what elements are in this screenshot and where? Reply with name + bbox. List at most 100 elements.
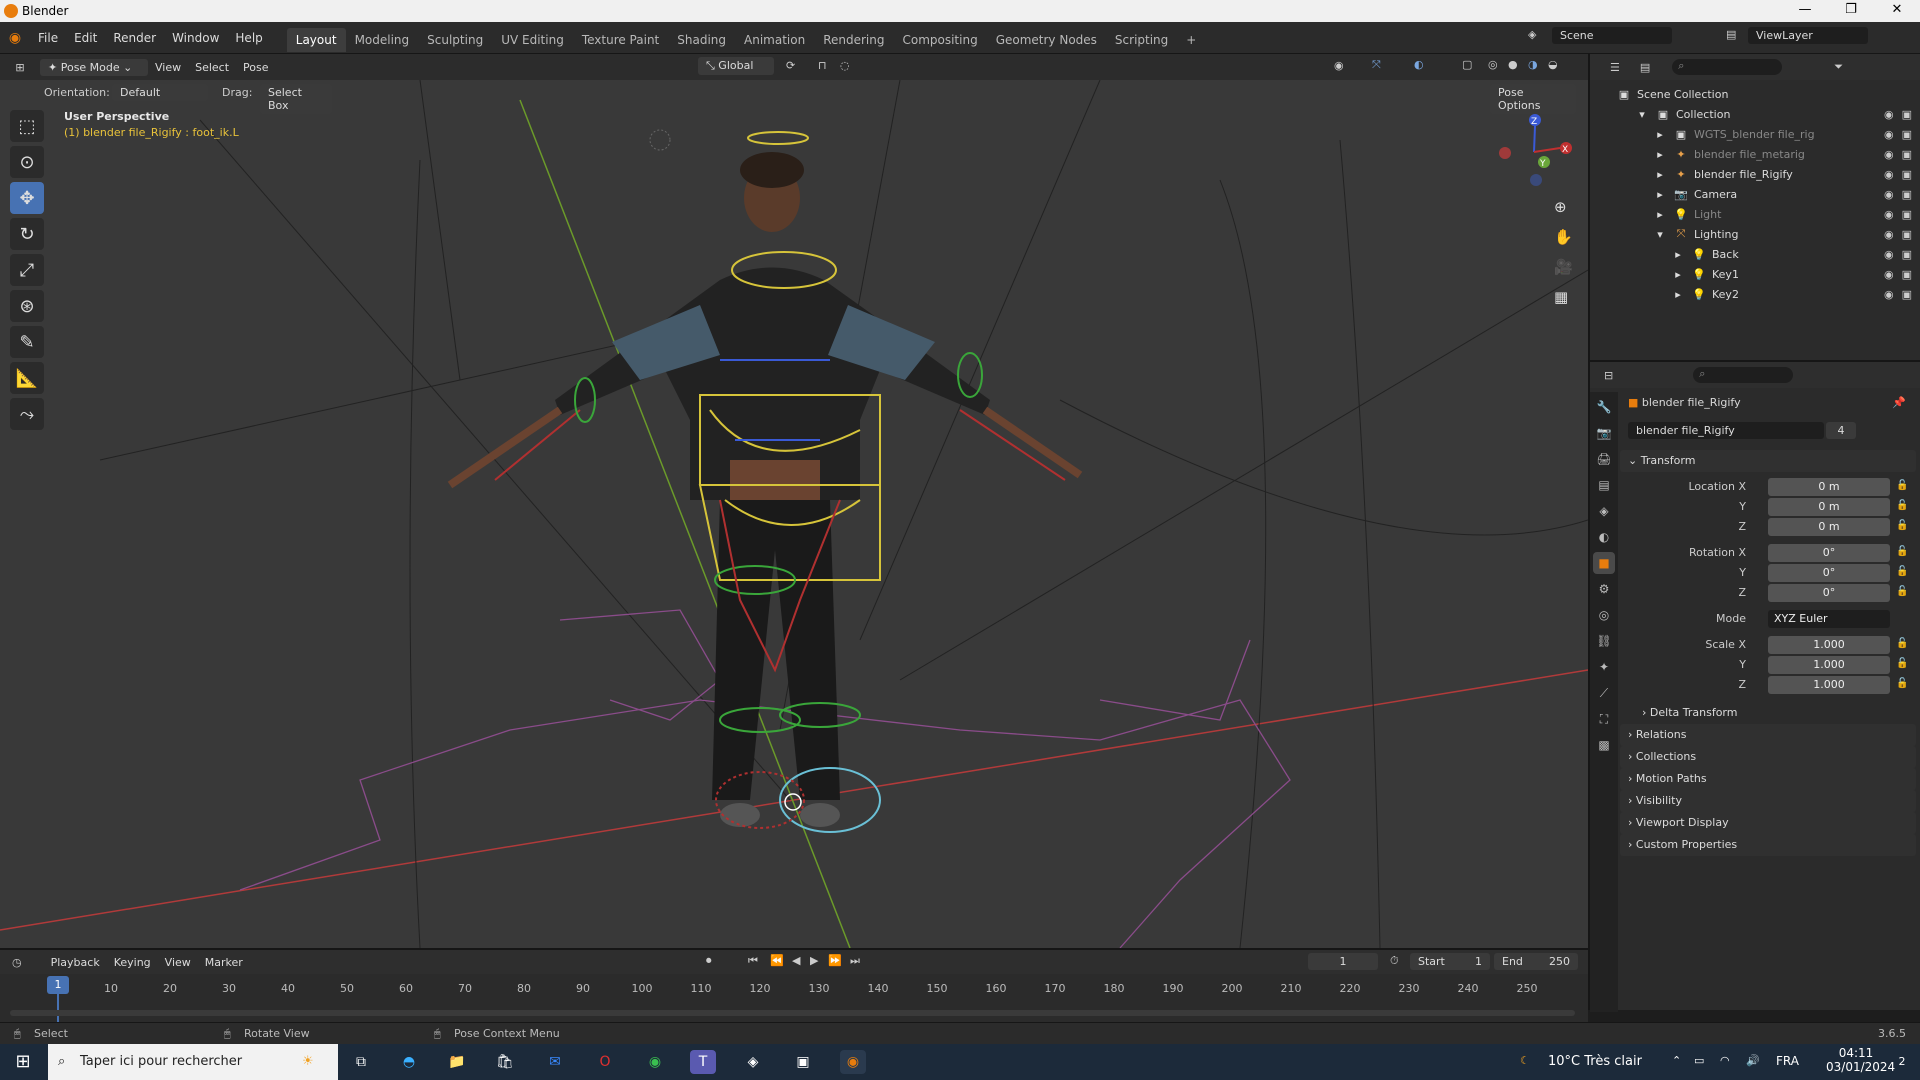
chrome-icon[interactable]: ◉	[642, 1050, 668, 1074]
solid-shading-icon[interactable]: ●	[1508, 58, 1518, 71]
move-tool-icon[interactable]: ✥	[10, 182, 44, 214]
menu-window[interactable]: Window	[164, 22, 227, 54]
current-frame-field[interactable]: 1	[1308, 953, 1378, 970]
outliner-item[interactable]: ▸ 💡 Back ◉ ▣	[1590, 244, 1920, 264]
pivot-icon[interactable]: ⟳	[786, 59, 795, 72]
panel-visibility[interactable]: › Visibility	[1620, 790, 1916, 812]
outliner-type-icon[interactable]: ☰	[1610, 61, 1620, 74]
tab-animation[interactable]: Animation	[735, 28, 814, 52]
lock-icon[interactable]: 🔓	[1896, 546, 1908, 557]
store-icon[interactable]: 🛍	[492, 1050, 518, 1074]
mode-selector[interactable]: ✦ Pose Mode ⌄	[40, 58, 148, 76]
app-icon[interactable]: ▣	[790, 1050, 816, 1074]
timeline-type-icon[interactable]: ◷	[12, 956, 22, 969]
volume-icon[interactable]: 🔊	[1746, 1054, 1760, 1067]
menu-select[interactable]: Select	[188, 61, 236, 74]
pin-icon[interactable]: 📌	[1892, 396, 1906, 409]
outliner-item[interactable]: ▸ 💡 Key1 ◉ ▣	[1590, 264, 1920, 284]
lock-icon[interactable]: 🔓	[1896, 586, 1908, 597]
eye-icon[interactable]: ◉	[1884, 288, 1894, 301]
menu-help[interactable]: Help	[227, 22, 270, 54]
bone-roll-tool-icon[interactable]: ⤳	[10, 398, 44, 430]
tab-layout[interactable]: Layout	[286, 27, 346, 52]
scale-z-field[interactable]: 1.000	[1768, 676, 1890, 694]
outliner-item[interactable]: ▸ ▣ WGTS_blender file_rig ◉ ▣	[1590, 124, 1920, 144]
file-explorer-icon[interactable]: 📁	[444, 1050, 470, 1074]
menu-timeline-view[interactable]: View	[158, 956, 198, 969]
chevron-right-icon[interactable]: ▸	[1652, 188, 1668, 201]
object-tab-icon[interactable]: ■	[1593, 552, 1615, 574]
teams-icon[interactable]: T	[690, 1050, 716, 1074]
texture-tab-icon[interactable]: ▩	[1593, 734, 1615, 756]
panel-collections[interactable]: › Collections	[1620, 746, 1916, 768]
editor-type-icon[interactable]: ⊞	[0, 61, 40, 74]
rotation-y-field[interactable]: 0°	[1768, 564, 1890, 582]
eye-icon[interactable]: ◉	[1884, 268, 1894, 281]
weather-text[interactable]: 10°C Très clair	[1548, 1054, 1642, 1069]
chevron-right-icon[interactable]: ▸	[1652, 148, 1668, 161]
physics-tab-icon[interactable]: ◎	[1593, 604, 1615, 626]
outliner-item[interactable]: ▸ ✦ blender file_Rigify ◉ ▣	[1590, 164, 1920, 184]
next-keyframe-icon[interactable]: ⏩	[828, 954, 842, 967]
maximize-button[interactable]: ❐	[1828, 2, 1874, 17]
outliner-item[interactable]: ▾ ▣ Collection ◉ ▣	[1590, 104, 1920, 124]
chevron-right-icon[interactable]: ▸	[1670, 288, 1686, 301]
render-toggle-icon[interactable]: ▣	[1902, 188, 1912, 201]
tab-geometry-nodes[interactable]: Geometry Nodes	[987, 28, 1106, 52]
scale-tool-icon[interactable]: ⤢	[10, 254, 44, 286]
play-reverse-icon[interactable]: ◀	[792, 954, 800, 967]
armature-data-tab-icon[interactable]: ✦	[1593, 656, 1615, 678]
gizmo-toggle-icon[interactable]: ⤧	[1372, 58, 1381, 72]
outliner-search-input[interactable]: ⌕	[1672, 59, 1783, 75]
output-tab-icon[interactable]: 🖨	[1593, 448, 1615, 470]
chevron-right-icon[interactable]: ▸	[1652, 128, 1668, 141]
chevron-right-icon[interactable]: ▸	[1670, 268, 1686, 281]
menu-pose[interactable]: Pose	[236, 61, 275, 74]
rotation-z-field[interactable]: 0°	[1768, 584, 1890, 602]
tab-uv-editing[interactable]: UV Editing	[492, 28, 573, 52]
bone-constraint-tab-icon[interactable]: ⛶	[1593, 708, 1615, 730]
render-toggle-icon[interactable]: ▣	[1902, 248, 1912, 261]
timeline-scrollbar[interactable]	[10, 1010, 1575, 1016]
mail-icon[interactable]: ✉	[542, 1050, 568, 1074]
snap-icon[interactable]: ⊓	[818, 59, 827, 72]
rotation-x-field[interactable]: 0°	[1768, 544, 1890, 562]
blender-taskbar-icon[interactable]: ◉	[840, 1050, 866, 1074]
wireframe-shading-icon[interactable]: ◎	[1488, 58, 1498, 71]
rotate-tool-icon[interactable]: ↻	[10, 218, 44, 250]
outliner-item[interactable]: ▸ ✦ blender file_metarig ◉ ▣	[1590, 144, 1920, 164]
scale-y-field[interactable]: 1.000	[1768, 656, 1890, 674]
panel-viewport-display[interactable]: › Viewport Display	[1620, 812, 1916, 834]
clock-icon[interactable]: ⏱	[1390, 954, 1399, 968]
scale-x-field[interactable]: 1.000	[1768, 636, 1890, 654]
task-view-icon[interactable]: ⧉	[348, 1050, 374, 1074]
transform-tool-icon[interactable]: ⊛	[10, 290, 44, 322]
panel-custom-properties[interactable]: › Custom Properties	[1620, 834, 1916, 856]
material-shading-icon[interactable]: ◑	[1528, 58, 1538, 71]
chevron-right-icon[interactable]: ▸	[1652, 168, 1668, 181]
menu-marker[interactable]: Marker	[198, 956, 250, 969]
wifi-icon[interactable]: ◠	[1720, 1054, 1730, 1067]
end-frame-field[interactable]: End 250	[1494, 953, 1578, 970]
location-y-field[interactable]: 0 m	[1768, 498, 1890, 516]
transform-panel-header[interactable]: ⌄ Transform	[1620, 450, 1916, 472]
tab-texture-paint[interactable]: Texture Paint	[573, 28, 668, 52]
pan-hand-icon[interactable]: ✋	[1554, 228, 1573, 246]
user-count[interactable]: 4	[1826, 422, 1856, 439]
tab-shading[interactable]: Shading	[668, 28, 735, 52]
transform-orientation-selector[interactable]: ⤡ Global	[698, 57, 774, 75]
menu-view[interactable]: View	[148, 61, 188, 74]
render-toggle-icon[interactable]: ▣	[1902, 128, 1912, 141]
steam-icon[interactable]: ◈	[740, 1050, 766, 1074]
menu-render[interactable]: Render	[105, 22, 164, 54]
panel-delta-transform[interactable]: › Delta Transform	[1634, 702, 1916, 724]
battery-icon[interactable]: ▭	[1694, 1054, 1704, 1067]
render-toggle-icon[interactable]: ▣	[1902, 108, 1912, 121]
view-layer-tab-icon[interactable]: ▤	[1593, 474, 1615, 496]
edge-icon[interactable]: ◓	[396, 1050, 422, 1074]
object-datablock-field[interactable]: blender file_Rigify	[1628, 422, 1824, 439]
eye-icon[interactable]: ◉	[1884, 128, 1894, 141]
constraint-tab-icon[interactable]: ⛓	[1593, 630, 1615, 652]
lock-icon[interactable]: 🔓	[1896, 566, 1908, 577]
tab-scripting[interactable]: Scripting	[1106, 28, 1177, 52]
